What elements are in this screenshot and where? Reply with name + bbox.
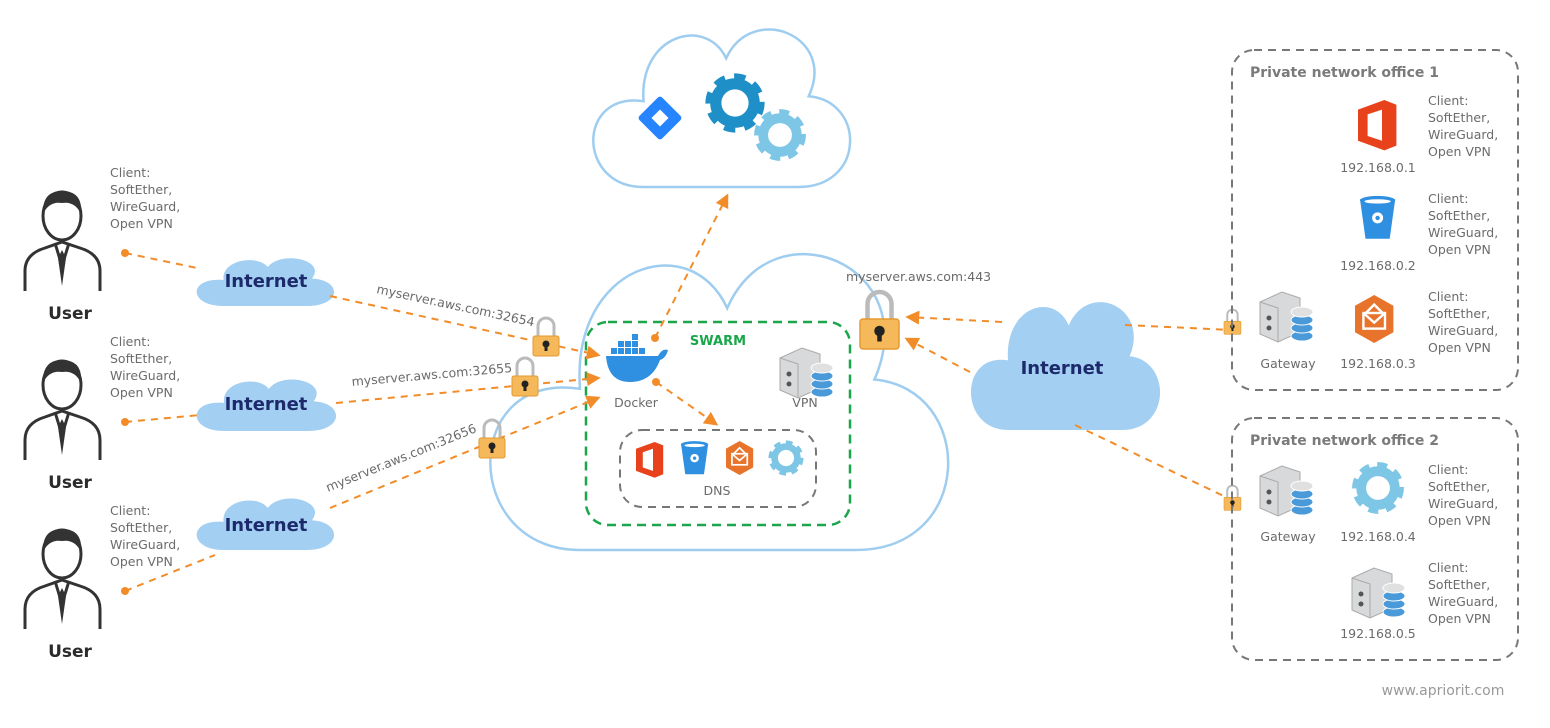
client-label: Open VPN — [1428, 340, 1491, 355]
server-icon — [1351, 567, 1406, 619]
gear-icon — [1358, 468, 1397, 507]
client-label: Client: — [1428, 289, 1468, 304]
server-cloud — [489, 253, 950, 552]
docker-label: Docker — [614, 395, 659, 410]
client-label: Client: — [1428, 93, 1468, 108]
client-label: WireGuard, — [1428, 127, 1498, 142]
gateway-icon — [1259, 291, 1314, 343]
client-label: Client: — [1428, 462, 1468, 477]
client-label: SoftEther, — [1428, 577, 1490, 592]
client-label: SoftEther, — [110, 351, 172, 366]
client-label: Client: — [110, 165, 150, 180]
office1-title: Private network office 1 — [1250, 65, 1439, 81]
host-ip: 192.168.0.2 — [1340, 258, 1416, 273]
client-label: WireGuard, — [1428, 496, 1498, 511]
gateway-label: Gateway — [1260, 529, 1316, 544]
user-label: User — [48, 642, 92, 662]
dns-label: DNS — [704, 483, 731, 498]
lock-icon — [477, 418, 507, 460]
vpn-architecture-diagram: SWARM Docker VPN DNS myserver.aws.com:32… — [23, 28, 1519, 699]
gateway-label: Gateway — [1260, 356, 1316, 371]
client-label: SoftEther, — [110, 520, 172, 535]
office2-title: Private network office 2 — [1250, 433, 1439, 449]
users: User Client: SoftEther, WireGuard, Open VPN U… — [23, 165, 180, 662]
endpoint-label-443: myserver.aws.com:443 — [846, 269, 991, 284]
gateway-icon — [1259, 465, 1314, 517]
client-label: WireGuard, — [110, 199, 180, 214]
lock-icon — [510, 356, 540, 398]
client-label: SoftEther, — [1428, 208, 1490, 223]
internet-label: Internet — [225, 271, 308, 292]
host-ip: 192.168.0.5 — [1340, 626, 1416, 641]
client-label: WireGuard, — [1428, 225, 1498, 240]
client-label: Open VPN — [110, 216, 173, 231]
bitbucket-icon — [681, 441, 709, 475]
host-ip: 192.168.0.1 — [1340, 160, 1416, 175]
host-ip: 192.168.0.4 — [1340, 529, 1416, 544]
office-clients: Client: SoftEther, WireGuard, Open VPN Clien… — [1428, 93, 1498, 626]
client-label: SoftEther, — [1428, 110, 1490, 125]
endpoint-label-2: myserver.aws.com:32655 — [351, 360, 513, 389]
office-icon — [1358, 100, 1397, 151]
vpn-label: VPN — [792, 395, 817, 410]
user-icon — [23, 527, 102, 631]
client-label: Open VPN — [1428, 611, 1491, 626]
lock-icon — [531, 316, 561, 358]
internet-to-vpn-2 — [904, 337, 971, 373]
client-label: Client: — [110, 334, 150, 349]
internet-label: Internet — [225, 515, 308, 536]
internet-to-office1 — [1124, 324, 1233, 331]
lock-icon — [860, 292, 899, 349]
client-label: Open VPN — [1428, 513, 1491, 528]
internet-label: Internet — [1021, 358, 1104, 379]
mail-icon — [1353, 293, 1395, 345]
client-label: WireGuard, — [110, 537, 180, 552]
client-label: SoftEther, — [110, 182, 172, 197]
user2-to-internet — [121, 414, 201, 426]
client-label: Client: — [1428, 560, 1468, 575]
client-label: Client: — [1428, 191, 1468, 206]
user-label: User — [48, 473, 92, 493]
client-label: SoftEther, — [1428, 306, 1490, 321]
internet-to-vpn-1 — [905, 310, 1003, 325]
client-label: Open VPN — [110, 554, 173, 569]
client-label: WireGuard, — [1428, 594, 1498, 609]
client-label: Client: — [110, 503, 150, 518]
internet-to-office2 — [1074, 424, 1233, 501]
swarm-label: SWARM — [690, 334, 746, 349]
client-label: SoftEther, — [1428, 479, 1490, 494]
client-label: Open VPN — [110, 385, 173, 400]
client-label: Open VPN — [1428, 144, 1491, 159]
user-label: User — [48, 304, 92, 324]
footer-url[interactable]: www.apriorit.com — [1382, 683, 1505, 699]
user-icon — [23, 358, 102, 462]
bitbucket-icon — [1360, 195, 1396, 239]
client-label: WireGuard, — [110, 368, 180, 383]
client-label: WireGuard, — [1428, 323, 1498, 338]
client-label: Open VPN — [1428, 242, 1491, 257]
host-ip: 192.168.0.3 — [1340, 356, 1416, 371]
user1-to-internet — [121, 249, 198, 269]
internet-label: Internet — [225, 394, 308, 415]
user-icon — [23, 189, 102, 293]
endpoint-label-1: myserver.aws.com:32654 — [375, 281, 536, 329]
